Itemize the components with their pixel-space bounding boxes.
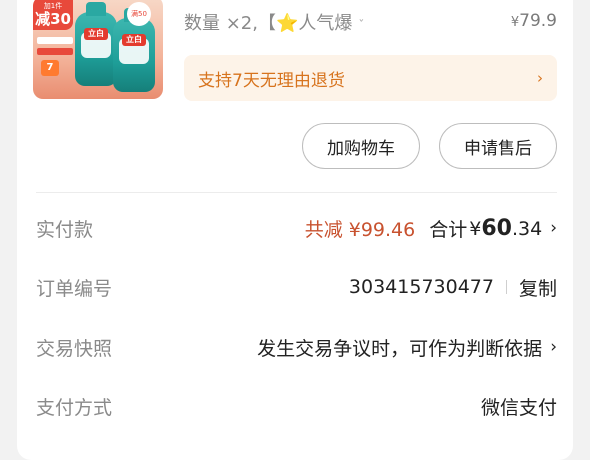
chevron-right-icon: › xyxy=(537,69,543,87)
add-to-cart-button[interactable]: 加购物车 xyxy=(302,123,420,169)
promo-strip-1 xyxy=(37,37,73,44)
variant-text: 人气爆 xyxy=(298,13,353,34)
discount-amount: 共减 ¥99.46 xyxy=(304,218,416,241)
chevron-down-icon: ˇ xyxy=(358,18,365,32)
chevron-right-icon: › xyxy=(550,218,557,238)
star-icon: ⭐ xyxy=(275,13,299,34)
product-bottle-left: 立白 xyxy=(75,2,117,86)
product-thumbnail[interactable]: 加1件 减30 立白 立白 满50 7 xyxy=(33,0,163,99)
return-policy-text: 支持7天无理由退货 xyxy=(198,70,345,91)
total-amount: ¥60.34 xyxy=(469,215,543,241)
pay-method-row: 支付方式 微信支付 xyxy=(36,391,557,421)
pay-method-value: 微信支付 xyxy=(480,396,557,419)
promo-tag: 加1件 减30 xyxy=(33,0,73,30)
return-policy-bar[interactable]: 支持7天无理由退货 › xyxy=(184,55,557,101)
total-label: 合计 xyxy=(429,218,468,241)
divider xyxy=(36,192,557,193)
snapshot-row[interactable]: 交易快照 发生交易争议时，可作为判断依据 › xyxy=(36,332,557,362)
after-sale-button[interactable]: 申请售后 xyxy=(439,123,557,169)
order-number-label: 订单编号 xyxy=(36,277,113,300)
seven-day-badge: 7 xyxy=(41,60,59,76)
order-number-row: 订单编号 303415730477 复制 xyxy=(36,272,557,302)
payment-row[interactable]: 实付款 共减 ¥99.46 合计 ¥60.34 › xyxy=(36,213,557,243)
snapshot-label: 交易快照 xyxy=(36,337,113,360)
brand-logo: 立白 xyxy=(84,28,108,40)
pay-method-label: 支付方式 xyxy=(36,396,113,419)
product-quantity[interactable]: 数量 ×2,【⭐人气爆 ˇ xyxy=(184,9,364,35)
separator xyxy=(505,280,507,294)
copy-button[interactable]: 复制 xyxy=(519,274,557,301)
promo-strip-2 xyxy=(37,48,73,55)
product-bottle-right: 立白 xyxy=(113,8,155,92)
promo-badge: 满50 xyxy=(127,2,151,26)
chevron-right-icon: › xyxy=(550,337,557,357)
brand-logo: 立白 xyxy=(122,34,146,46)
promo-amount: 减30 xyxy=(35,10,71,28)
payment-label: 实付款 xyxy=(36,218,94,241)
quantity-text: 数量 ×2,【 xyxy=(184,13,276,34)
product-price: ¥79.9 xyxy=(510,11,557,31)
order-number: 303415730477 xyxy=(348,276,494,298)
snapshot-text: 发生交易争议时，可作为判断依据 xyxy=(257,337,543,360)
